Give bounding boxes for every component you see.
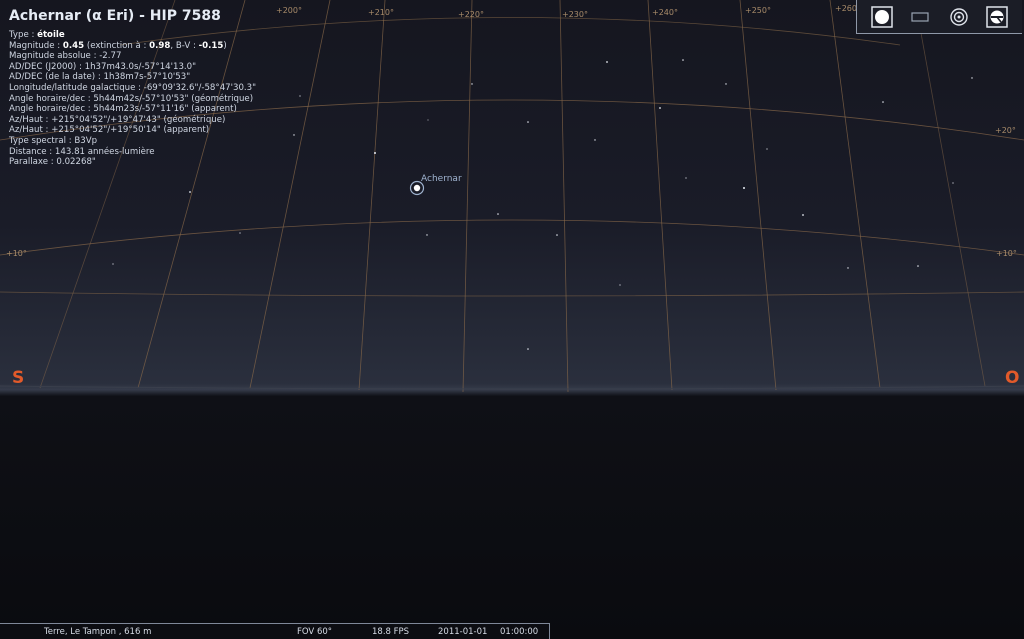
toolbar-button[interactable] bbox=[984, 4, 1010, 30]
object-info-panel: Achernar (α Eri) - HIP 7588 Type : étoil… bbox=[9, 6, 339, 168]
toolbar-button[interactable] bbox=[869, 4, 895, 30]
object-radec-date: AD/DEC (de la date) : 1h38m7s-57°10'53" bbox=[9, 72, 191, 83]
azimuth-line-230 bbox=[559, 0, 569, 393]
object-azalt-app: Az/Haut : +215°04'52"/+19°50'14" (appare… bbox=[9, 125, 210, 136]
azimuth-label: +210° bbox=[368, 8, 394, 17]
altitude-label-right-20: +20° bbox=[995, 126, 1016, 135]
object-galactic: Longitude/latitude galactique : -69°09'3… bbox=[9, 82, 257, 93]
object-spectral: Type spectral : B3Vp bbox=[9, 135, 98, 146]
target-icon bbox=[949, 7, 968, 26]
azimuth-line-210 bbox=[358, 0, 386, 391]
horizon-line bbox=[0, 385, 1024, 390]
status-time: 01:00:00 bbox=[500, 626, 539, 637]
altitude-line-10 bbox=[0, 219, 1024, 256]
azimuth-label: +240° bbox=[652, 8, 678, 17]
object-magnitude: Magnitude : 0.45 (extinction à : 0.98, B… bbox=[9, 40, 227, 51]
star-label[interactable]: Achernar bbox=[421, 174, 462, 184]
altitude-label-left: +10° bbox=[6, 249, 27, 258]
azimuth-label: +230° bbox=[562, 10, 588, 19]
object-type: Type : étoile bbox=[9, 30, 65, 40]
cardinal-west: O bbox=[1005, 368, 1020, 388]
rectangle-icon bbox=[911, 11, 929, 22]
object-parallax: Parallaxe : 0.02268" bbox=[9, 157, 96, 168]
azimuth-label: +250° bbox=[745, 6, 771, 15]
object-hour-angle-app: Angle horaire/dec : 5h44m23s/-57°11'16" … bbox=[9, 104, 237, 115]
status-bar: Terre, Le Tampon , 616 m FOV 60° 18.8 FP… bbox=[0, 623, 550, 639]
altitude-line-5 bbox=[0, 291, 1024, 297]
status-fps: 18.8 FPS bbox=[372, 626, 410, 637]
object-azalt-geo: Az/Haut : +215°04'52"/+19°47'43" (géomét… bbox=[9, 114, 226, 125]
status-fov: FOV 60° bbox=[297, 626, 333, 637]
object-absolute-magnitude: Magnitude absolue : -2.77 bbox=[9, 51, 122, 62]
azimuth-line-260 bbox=[829, 0, 881, 389]
cardinal-south: S bbox=[12, 368, 25, 388]
circle-filled-icon bbox=[871, 5, 893, 28]
object-distance: Distance : 143.81 années-lumière bbox=[9, 146, 155, 157]
toolbar-button[interactable] bbox=[946, 4, 972, 30]
azimuth-line-240 bbox=[647, 0, 673, 391]
object-radec-j2000: AD/DEC (J2000) : 1h37m43.0s/-57°14'13.0" bbox=[9, 61, 197, 72]
azimuth-line-220 bbox=[462, 0, 473, 393]
altitude-label-right-10: +10° bbox=[996, 249, 1017, 258]
object-hour-angle-geo: Angle horaire/dec : 5h44m42s/-57°10'53" … bbox=[9, 93, 254, 104]
azimuth-line-250 bbox=[739, 0, 777, 391]
top-right-toolbar bbox=[856, 0, 1022, 34]
status-date: 2011-01-01 bbox=[438, 626, 488, 637]
telescope-icon bbox=[986, 5, 1008, 28]
object-title: Achernar (α Eri) - HIP 7588 bbox=[9, 8, 221, 24]
toolbar-button[interactable] bbox=[907, 4, 933, 30]
azimuth-label: +220° bbox=[458, 10, 484, 19]
status-location: Terre, Le Tampon , 616 m bbox=[44, 626, 152, 637]
